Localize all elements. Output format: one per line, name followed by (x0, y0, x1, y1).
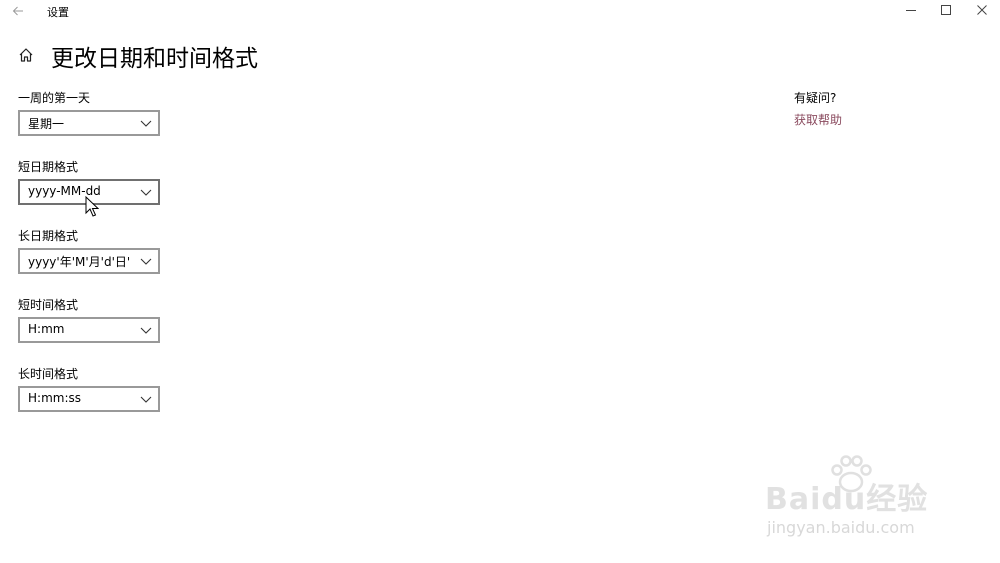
chevron-down-icon (140, 189, 152, 196)
short-time-format-label: 短时间格式 (18, 298, 79, 312)
first-day-of-week-dropdown[interactable]: 星期一 (18, 110, 160, 136)
baidu-watermark: Baidu经验 jingyan.baidu.com (765, 452, 965, 547)
window-title: 设置 (47, 6, 69, 19)
back-button[interactable] (8, 2, 28, 20)
dropdown-value: H:mm:ss (28, 391, 81, 405)
long-time-format-dropdown[interactable]: H:mm:ss (18, 386, 160, 412)
close-icon (977, 5, 987, 15)
long-date-format-dropdown[interactable]: yyyy'年'M'月'd'日' (18, 248, 160, 274)
back-arrow-icon (12, 6, 23, 16)
dropdown-value: yyyy'年'M'月'd'日' (28, 255, 131, 269)
chevron-down-icon (140, 396, 152, 403)
home-button[interactable] (17, 46, 35, 64)
maximize-icon (941, 5, 951, 15)
home-icon (19, 48, 33, 62)
minimize-button[interactable] (893, 0, 929, 20)
get-help-link[interactable]: 获取帮助 (794, 111, 842, 128)
long-date-format-label: 长日期格式 (18, 229, 79, 243)
minimize-icon (906, 10, 916, 11)
dropdown-value: H:mm (28, 322, 65, 336)
help-heading: 有疑问? (794, 91, 837, 105)
mouse-cursor-icon (85, 196, 99, 217)
title-bar: 设置 (0, 0, 1000, 22)
chevron-down-icon (140, 120, 152, 127)
maximize-button[interactable] (928, 0, 964, 20)
page-title: 更改日期和时间格式 (51, 46, 258, 72)
chevron-down-icon (140, 327, 152, 334)
first-day-of-week-label: 一周的第一天 (18, 91, 91, 105)
short-date-format-label: 短日期格式 (18, 160, 79, 174)
long-time-format-label: 长时间格式 (18, 367, 79, 381)
chevron-down-icon (140, 258, 152, 265)
watermark-brand: Baidu经验 (765, 482, 929, 517)
short-time-format-dropdown[interactable]: H:mm (18, 317, 160, 343)
watermark-url: jingyan.baidu.com (767, 518, 915, 537)
dropdown-value: 星期一 (28, 117, 65, 131)
close-button[interactable] (964, 0, 1000, 20)
